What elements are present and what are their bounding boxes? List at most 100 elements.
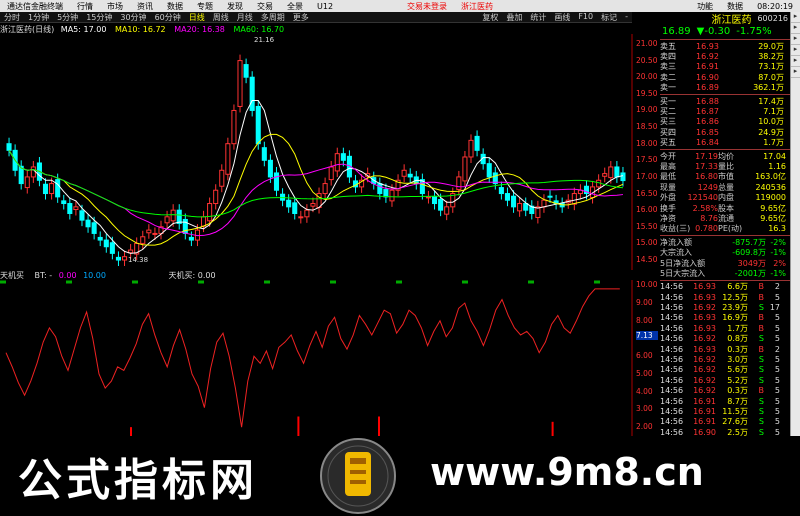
candle-body (523, 203, 529, 211)
candle-body (504, 193, 511, 201)
tick-count: 5 (774, 292, 780, 302)
tick-price: 16.92 (693, 375, 716, 385)
asks-row[interactable]: 卖一 16.89 362.1万 (660, 83, 790, 93)
tab-1min[interactable]: 1分钟 (24, 12, 53, 23)
kline-chart[interactable]: 21.16 14.38 (0, 34, 634, 270)
bids-row[interactable]: 买一 16.88 17.4万 (660, 96, 790, 106)
menu-item-discover[interactable]: 发现 (220, 1, 250, 12)
tick-price: 16.93 (693, 313, 716, 323)
tab-multi-period[interactable]: 多周期 (257, 12, 289, 23)
bids-row[interactable]: 买三 16.86 10.0万 (660, 117, 790, 127)
side-btn-1[interactable]: ▸ (791, 12, 800, 23)
tick-row: 14:56 16.91 27.6万 S 5 (660, 417, 790, 427)
btn-overlay[interactable]: 叠加 (502, 12, 526, 23)
side-btn-6[interactable]: ▸ (791, 67, 800, 78)
tick-volume: 23.9万 (722, 303, 748, 313)
menu-item-market[interactable]: 市场 (100, 1, 130, 12)
tick-time: 14:56 (660, 396, 684, 406)
tick-price: 16.93 (693, 282, 716, 292)
candle-body (24, 176, 30, 189)
bids-volume: 1.7万 (763, 138, 784, 148)
asks-row[interactable]: 卖五 16.93 29.0万 (660, 41, 790, 51)
app-title: 通达信金融终端 (7, 1, 63, 11)
side-btn-3[interactable]: ▸ (791, 34, 800, 45)
indicator-name: 天机买 (0, 271, 24, 280)
signal-bar (297, 416, 300, 436)
tick-price: 16.91 (693, 396, 716, 406)
tab-fenshi[interactable]: 分时 (0, 12, 24, 23)
candle-body (42, 183, 49, 195)
tick-count: 5 (774, 323, 780, 333)
flow-value: -2% (770, 237, 786, 247)
tick-price: 16.91 (693, 417, 716, 427)
tick-time: 14:56 (660, 282, 684, 292)
candle-body (91, 222, 97, 234)
stat-value: 8.76 (700, 213, 718, 223)
tick-volume: 16.9万 (722, 313, 748, 323)
asks-price: 16.92 (696, 52, 719, 62)
tab-5min[interactable]: 5分钟 (53, 12, 82, 23)
btn-stats[interactable]: 统计 (526, 12, 550, 23)
asks-row[interactable]: 卖三 16.91 73.1万 (660, 62, 790, 72)
trade-login-alert[interactable]: 交易未登录 (400, 1, 454, 12)
tick-row: 14:56 16.93 16.9万 B 5 (660, 313, 790, 323)
menu-item-panorama[interactable]: 全景 (280, 1, 310, 12)
bids-price: 16.87 (696, 107, 719, 117)
candle-body (486, 163, 492, 178)
tick-time: 14:56 (660, 313, 684, 323)
candle-body (340, 153, 346, 161)
stat-value: 16.3 (768, 224, 786, 234)
btn-mark[interactable]: 标记 (597, 12, 621, 23)
menu-item-hq[interactable]: 行情 (70, 1, 100, 12)
signal-bar (551, 421, 554, 436)
tab-weekly[interactable]: 周线 (209, 12, 233, 23)
menu-item-trade[interactable]: 交易 (250, 1, 280, 12)
tab-15min[interactable]: 15分钟 (82, 12, 116, 23)
tab-monthly[interactable]: 月线 (233, 12, 257, 23)
candle-body (170, 209, 176, 222)
flow-row: 5日净流入额 3049万 2% (660, 258, 790, 268)
price-tick-label: 16.00 (636, 205, 658, 215)
btn-restore-rights[interactable]: 复权 (478, 12, 502, 23)
bids-label: 买五 (660, 138, 676, 148)
indicator-chart[interactable] (0, 280, 634, 436)
indicator-info-line: 天机买 BT: - 0.00 10.00 天机买: 0.00 (0, 270, 632, 280)
tab-daily[interactable]: 日线 (185, 12, 209, 23)
menu-item-topic[interactable]: 专题 (190, 1, 220, 12)
side-btn-5[interactable]: ▸ (791, 56, 800, 67)
tab-30min[interactable]: 30分钟 (116, 12, 150, 23)
menu-item-news[interactable]: 资讯 (130, 1, 160, 12)
stat-value: 163.0亿 (755, 172, 786, 182)
stat-value: 1.16 (768, 161, 786, 171)
side-toolbar[interactable]: ▸ ▸ ▸ ▸ ▸ ▸ (790, 12, 800, 436)
btn-f10[interactable]: F10 (574, 12, 597, 23)
clock: 08:20:19 (757, 1, 793, 11)
asks-row[interactable]: 卖二 16.90 87.0万 (660, 72, 790, 82)
price-tick-label: 20.50 (636, 55, 658, 65)
side-btn-2[interactable]: ▸ (791, 23, 800, 34)
tick-price: 16.92 (693, 365, 716, 375)
stat-label: 股本 (718, 203, 734, 213)
tick-side: B (758, 313, 765, 323)
side-btn-4[interactable]: ▸ (791, 45, 800, 56)
tab-more[interactable]: 更多 (289, 12, 313, 23)
candle-body (425, 196, 431, 199)
btn-draw[interactable]: 画线 (550, 12, 574, 23)
candle-body (85, 219, 91, 228)
ma20-value: MA20: 16.38 (174, 25, 225, 34)
flow-value: -1% (770, 248, 786, 258)
tick-side: S (758, 406, 764, 416)
bids-row[interactable]: 买四 16.85 24.9万 (660, 127, 790, 137)
bids-row[interactable]: 买五 16.84 1.7万 (660, 138, 790, 148)
tab-60min[interactable]: 60分钟 (151, 12, 185, 23)
menu-item-u12[interactable]: U12 (310, 2, 340, 11)
bids-row[interactable]: 买二 16.87 7.1万 (660, 106, 790, 116)
candle-body (267, 159, 273, 178)
tick-list[interactable]: 14:56 16.93 6.6万 B 2 14:56 16.93 12.5万 B 5 14:56 16… (660, 282, 790, 441)
menu-item-data[interactable]: 数据 (160, 1, 190, 12)
asks-row[interactable]: 卖四 16.92 38.2万 (660, 51, 790, 61)
btn-minimize[interactable]: - (621, 12, 632, 23)
candle-body (431, 196, 438, 205)
tick-price: 16.92 (693, 355, 716, 365)
stock-alert[interactable]: 浙江医药 (454, 1, 500, 12)
